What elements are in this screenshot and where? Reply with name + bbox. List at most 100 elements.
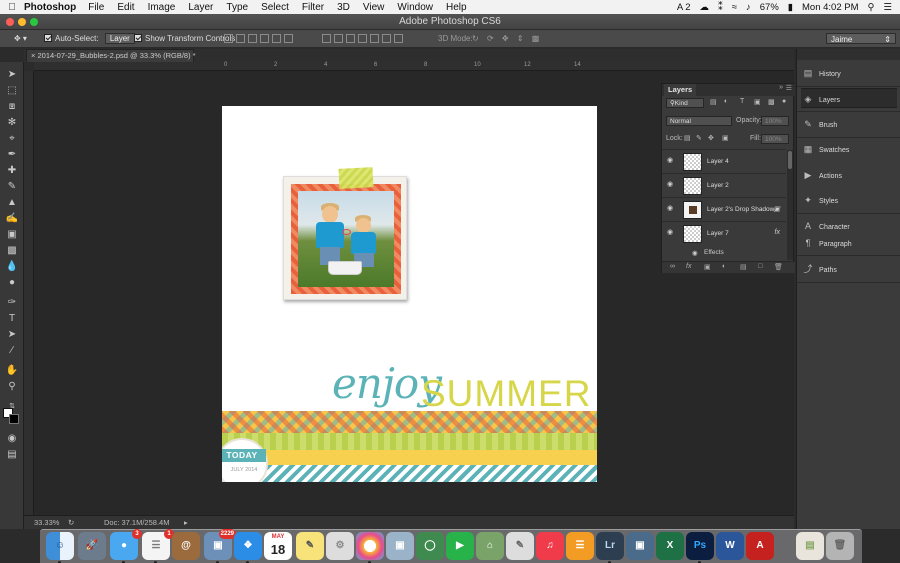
distribute-top-icon[interactable] — [322, 34, 331, 44]
spotlight-icon[interactable]: ⚲ — [868, 2, 875, 13]
panel-menu-icon[interactable]: ☰ — [786, 84, 792, 92]
effects-eye-icon[interactable]: ◉ — [692, 249, 698, 257]
dock-item-history[interactable]: ▤ History — [801, 63, 897, 83]
dock-item-paths[interactable]: ⤴ Paths — [801, 259, 897, 279]
quick-mask-icon[interactable]: ◉ — [4, 432, 20, 446]
effects-row[interactable]: ◉ Effects — [662, 247, 786, 259]
path-selection-tool-icon[interactable]: ➤ — [4, 328, 20, 342]
filter-smart-object-icon[interactable]: ▩ — [768, 98, 775, 106]
lock-transparent-icon[interactable]: ▤ — [684, 134, 691, 142]
safari-icon[interactable]: ❖ — [234, 532, 262, 563]
collapse-panel-icon[interactable]: » — [779, 84, 783, 91]
scrollbar-thumb[interactable] — [788, 151, 792, 169]
filter-toggle-icon[interactable]: ● — [782, 98, 786, 105]
3d-slide-icon[interactable]: ⇕ — [517, 34, 524, 43]
bluetooth-icon[interactable]: ⁑ — [718, 2, 723, 13]
menu-window[interactable]: Window — [397, 2, 433, 13]
type-tool-icon[interactable]: T — [4, 312, 20, 326]
dock-item-styles[interactable]: ✦ Styles — [801, 190, 897, 210]
launchpad-icon[interactable]: 🚀 — [78, 532, 106, 560]
image-editor-icon[interactable]: ▣ — [626, 532, 654, 560]
auto-select-dropdown[interactable]: Layer — [104, 33, 135, 44]
align-left-icon[interactable] — [260, 34, 269, 44]
apple-icon[interactable]:  — [6, 2, 18, 13]
add-style-icon[interactable]: fx — [686, 263, 691, 270]
dock-item-paragraph[interactable]: ¶ Paragraph — [801, 233, 897, 253]
menu-layer[interactable]: Layer — [188, 2, 213, 13]
minimize-window-button[interactable] — [18, 18, 26, 26]
history-brush-tool-icon[interactable]: ✍ — [4, 212, 20, 226]
visibility-eye-icon[interactable]: ◉ — [667, 229, 675, 237]
vertical-ruler[interactable] — [24, 71, 34, 515]
messages-icon[interactable]: ● 3 — [110, 529, 142, 563]
healing-brush-tool-icon[interactable]: ✚ — [4, 164, 20, 178]
brush-tool-icon[interactable]: ✎ — [4, 180, 20, 194]
show-transform-checkbox[interactable] — [134, 34, 142, 42]
align-vcenter-icon[interactable] — [236, 34, 245, 44]
zoom-level[interactable]: 33.33% — [34, 518, 59, 527]
lock-all-icon[interactable]: ▣ — [722, 134, 729, 142]
screen-mode-icon[interactable]: ▤ — [4, 448, 20, 462]
document-tab[interactable]: × 2014-07-29_Bubbles-2.psd @ 33.3% (RGB/… — [26, 49, 196, 62]
filter-type-icon[interactable]: T — [740, 98, 744, 105]
new-layer-icon[interactable]: □ — [758, 263, 762, 270]
crop-tool-icon[interactable]: ⌖ — [4, 132, 20, 146]
hand-tool-icon[interactable]: ✋ — [4, 364, 20, 378]
visibility-eye-icon[interactable]: ◉ — [667, 181, 675, 189]
layer-row[interactable]: ◉ Layer 2's Drop Shadow ▣ — [662, 197, 786, 221]
link-layers-icon[interactable]: ∞ — [670, 263, 675, 270]
distribute-hcenter-icon[interactable] — [370, 34, 379, 44]
3d-rotate-icon[interactable]: ↻ — [472, 34, 479, 43]
move-tool-icon[interactable]: ➤ — [4, 68, 20, 82]
marquee-tool-icon[interactable]: ⬚ — [4, 84, 20, 98]
align-hcenter-icon[interactable] — [272, 34, 281, 44]
eyedropper-tool-icon[interactable]: ✒ — [4, 148, 20, 162]
workspace-dropdown[interactable]: Jaime ⇕ — [826, 33, 896, 44]
dock-item-brush[interactable]: ✎ Brush — [801, 114, 897, 134]
dock-item-swatches[interactable]: ▦ Swatches — [801, 139, 897, 159]
add-mask-icon[interactable]: ▣ — [704, 263, 711, 271]
layers-panel-tab[interactable]: Layers — [664, 84, 697, 96]
align-top-icon[interactable] — [224, 34, 233, 44]
kind-filter-dropdown[interactable]: ⚲Kind — [666, 98, 704, 108]
menu-app-name[interactable]: Photoshop — [24, 2, 76, 13]
close-window-button[interactable] — [6, 18, 14, 26]
time-machine-icon[interactable]: ◯ — [416, 532, 444, 560]
volume-icon[interactable]: ♪ — [746, 2, 751, 13]
zoom-tool-icon[interactable]: ⚲ — [4, 380, 20, 394]
layer-row[interactable]: ◉ Layer 7 fx — [662, 221, 786, 245]
reminders-icon[interactable]: ☰ 1 — [142, 529, 174, 563]
horizontal-ruler[interactable]: 0 2 4 6 8 10 12 14 — [34, 62, 794, 71]
document-canvas[interactable]: enjoy SUMMER TODAY JULY 2014 — [222, 106, 597, 482]
itunes-icon[interactable]: ♫ — [536, 532, 564, 560]
filter-adjustment-icon[interactable]: ◐ — [724, 98, 728, 105]
opacity-field[interactable]: 100% — [761, 116, 789, 126]
3d-roll-icon[interactable]: ⟳ — [487, 34, 494, 43]
ibooks-icon[interactable]: ☰ — [566, 532, 594, 560]
3d-drag-icon[interactable]: ✥ — [502, 34, 509, 43]
blend-mode-dropdown[interactable]: Normal — [666, 116, 732, 126]
align-right-icon[interactable] — [284, 34, 293, 44]
distribute-vcenter-icon[interactable] — [334, 34, 343, 44]
dock-item-layers[interactable]: ◈ Layers — [801, 88, 897, 108]
status-menu-arrow-icon[interactable]: ▸ — [184, 518, 188, 527]
filter-shape-icon[interactable]: ▣ — [754, 98, 761, 106]
fill-field[interactable]: 100% — [761, 134, 789, 144]
new-group-icon[interactable]: ▤ — [740, 263, 747, 271]
clock[interactable]: Mon 4:02 PM — [802, 2, 859, 13]
align-bottom-icon[interactable] — [248, 34, 257, 44]
downloads-stack-icon[interactable]: ▤ — [796, 532, 824, 560]
pen-tool-icon[interactable]: ✑ — [4, 296, 20, 310]
layers-scrollbar[interactable] — [787, 150, 793, 260]
blur-tool-icon[interactable]: 💧 — [4, 260, 20, 274]
menu-type[interactable]: Type — [226, 2, 248, 13]
visibility-eye-icon[interactable]: ◉ — [667, 205, 675, 213]
calendar-icon[interactable]: MAY 18 — [264, 532, 292, 560]
photoshop-icon[interactable]: Ps — [686, 532, 714, 563]
notes-icon[interactable]: ✎ — [296, 532, 324, 560]
background-color-swatch[interactable] — [9, 414, 19, 424]
dodge-tool-icon[interactable]: ● — [4, 276, 20, 290]
distribute-right-icon[interactable] — [382, 34, 391, 44]
3d-scale-icon[interactable]: ▩ — [532, 34, 540, 43]
eraser-tool-icon[interactable]: ▣ — [4, 228, 20, 242]
